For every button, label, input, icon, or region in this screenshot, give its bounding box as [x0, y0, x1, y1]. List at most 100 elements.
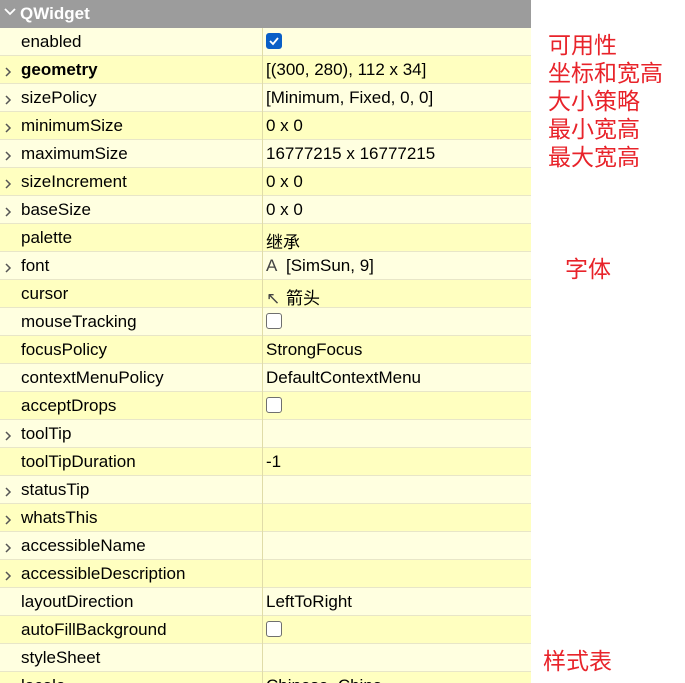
property-row-maximumsize[interactable]: maximumSize 16777215 x 16777215	[0, 140, 531, 168]
checkbox-acceptdrops[interactable]	[266, 397, 282, 413]
chevron-right-icon[interactable]	[2, 427, 14, 441]
cursor-arrow-icon: ↖	[266, 289, 281, 308]
property-name: focusPolicy	[21, 340, 107, 359]
property-rows: enabled geometry [(300, 280), 112 x 34] siz…	[0, 28, 531, 683]
property-value[interactable]: [(300, 280), 112 x 34]	[266, 60, 528, 80]
chevron-right-icon[interactable]	[2, 511, 14, 525]
property-name: mouseTracking	[21, 312, 137, 331]
property-name: toolTipDuration	[21, 452, 136, 471]
chevron-right-icon[interactable]	[2, 175, 14, 189]
property-row-tooltip[interactable]: toolTip	[0, 420, 531, 448]
chevron-right-icon[interactable]	[2, 119, 14, 133]
property-row-autofillbackground[interactable]: autoFillBackground	[0, 616, 531, 644]
column-divider	[262, 56, 263, 84]
property-value[interactable]	[266, 32, 528, 52]
checkbox-autofillbackground[interactable]	[266, 621, 282, 637]
group-header-qwidget[interactable]: QWidget	[0, 0, 531, 28]
property-row-stylesheet[interactable]: styleSheet	[0, 644, 531, 672]
property-row-cursor[interactable]: cursor ↖ 箭头	[0, 280, 531, 308]
property-value-text: Chinese, China	[266, 676, 382, 683]
property-value[interactable]: 继承	[266, 228, 528, 253]
property-name: sizePolicy	[21, 88, 97, 107]
checkbox-mousetracking[interactable]	[266, 313, 282, 329]
column-divider	[262, 364, 263, 392]
property-row-statustip[interactable]: statusTip	[0, 476, 531, 504]
property-value[interactable]	[266, 396, 528, 416]
property-row-layoutdirection[interactable]: layoutDirection LeftToRight	[0, 588, 531, 616]
property-name: palette	[21, 228, 73, 247]
column-divider	[262, 560, 263, 588]
property-value-text: DefaultContextMenu	[266, 368, 421, 387]
property-value[interactable]: ↖ 箭头	[266, 284, 528, 309]
property-row-locale[interactable]: locale Chinese, China	[0, 672, 531, 683]
property-row-sizeincrement[interactable]: sizeIncrement 0 x 0	[0, 168, 531, 196]
property-name: maximumSize	[21, 144, 128, 163]
property-value[interactable]: -1	[266, 452, 528, 472]
property-name: contextMenuPolicy	[21, 368, 164, 387]
property-value-text: LeftToRight	[266, 592, 352, 611]
property-row-accessiblename[interactable]: accessibleName	[0, 532, 531, 560]
property-name: layoutDirection	[21, 592, 134, 611]
chevron-right-icon[interactable]	[2, 91, 14, 105]
property-value[interactable]: DefaultContextMenu	[266, 368, 528, 388]
chevron-right-icon[interactable]	[2, 203, 14, 217]
property-name: sizeIncrement	[21, 172, 127, 191]
column-divider	[262, 588, 263, 616]
property-value[interactable]: 0 x 0	[266, 172, 528, 192]
property-value[interactable]: 16777215 x 16777215	[266, 144, 528, 164]
column-divider	[262, 392, 263, 420]
property-value[interactable]	[266, 620, 528, 640]
checkbox-enabled[interactable]	[266, 33, 282, 49]
property-value-text: -1	[266, 452, 282, 471]
chevron-right-icon[interactable]	[2, 63, 14, 77]
property-value[interactable]: LeftToRight	[266, 592, 528, 612]
property-row-basesize[interactable]: baseSize 0 x 0	[0, 196, 531, 224]
group-title: QWidget	[20, 4, 90, 23]
column-divider	[262, 644, 263, 672]
chevron-right-icon[interactable]	[2, 483, 14, 497]
property-name: autoFillBackground	[21, 620, 167, 639]
property-name: minimumSize	[21, 116, 124, 135]
property-row-focuspolicy[interactable]: focusPolicy StrongFocus	[0, 336, 531, 364]
property-row-sizepolicy[interactable]: sizePolicy [Minimum, Fixed, 0, 0]	[0, 84, 531, 112]
column-divider	[262, 672, 263, 683]
property-value-text: 0 x 0	[266, 200, 303, 219]
checkmark-icon	[269, 37, 279, 46]
column-divider	[262, 280, 263, 308]
annotation-label: 样式表	[543, 649, 612, 675]
property-name: statusTip	[21, 480, 90, 499]
property-row-acceptdrops[interactable]: acceptDrops	[0, 392, 531, 420]
property-editor: QWidget enabled geometry [(300, 280), 112 …	[0, 0, 531, 683]
property-name: geometry	[21, 60, 98, 79]
property-name: locale	[21, 676, 259, 683]
chevron-right-icon[interactable]	[2, 147, 14, 161]
property-row-mousetracking[interactable]: mouseTracking	[0, 308, 531, 336]
column-divider	[262, 336, 263, 364]
property-value[interactable]	[266, 312, 528, 332]
property-row-minimumsize[interactable]: minimumSize 0 x 0	[0, 112, 531, 140]
column-divider	[262, 252, 263, 280]
property-row-accessibledescription[interactable]: accessibleDescription	[0, 560, 531, 588]
property-row-geometry[interactable]: geometry [(300, 280), 112 x 34]	[0, 56, 531, 84]
property-name: accessibleName	[21, 536, 146, 555]
property-value[interactable]: [Minimum, Fixed, 0, 0]	[266, 88, 528, 108]
chevron-right-icon[interactable]	[2, 567, 14, 581]
column-divider	[262, 308, 263, 336]
property-row-contextmenupolicy[interactable]: contextMenuPolicy DefaultContextMenu	[0, 364, 531, 392]
property-row-whatsthis[interactable]: whatsThis	[0, 504, 531, 532]
property-value[interactable]: Chinese, China	[266, 676, 528, 683]
property-value[interactable]: A [SimSun, 9]	[266, 256, 528, 276]
property-name: styleSheet	[21, 648, 101, 667]
property-value[interactable]: 0 x 0	[266, 116, 528, 136]
property-row-enabled[interactable]: enabled	[0, 28, 531, 56]
property-value[interactable]: 0 x 0	[266, 200, 528, 220]
property-value-text: 箭头	[286, 289, 320, 308]
chevron-right-icon[interactable]	[2, 539, 14, 553]
property-row-font[interactable]: font A [SimSun, 9]	[0, 252, 531, 280]
chevron-right-icon[interactable]	[2, 259, 14, 273]
property-name: font	[21, 256, 50, 275]
property-row-tooltipduration[interactable]: toolTipDuration -1	[0, 448, 531, 476]
chevron-down-icon[interactable]	[2, 4, 18, 20]
property-row-palette[interactable]: palette 继承	[0, 224, 531, 252]
property-value[interactable]: StrongFocus	[266, 340, 528, 360]
